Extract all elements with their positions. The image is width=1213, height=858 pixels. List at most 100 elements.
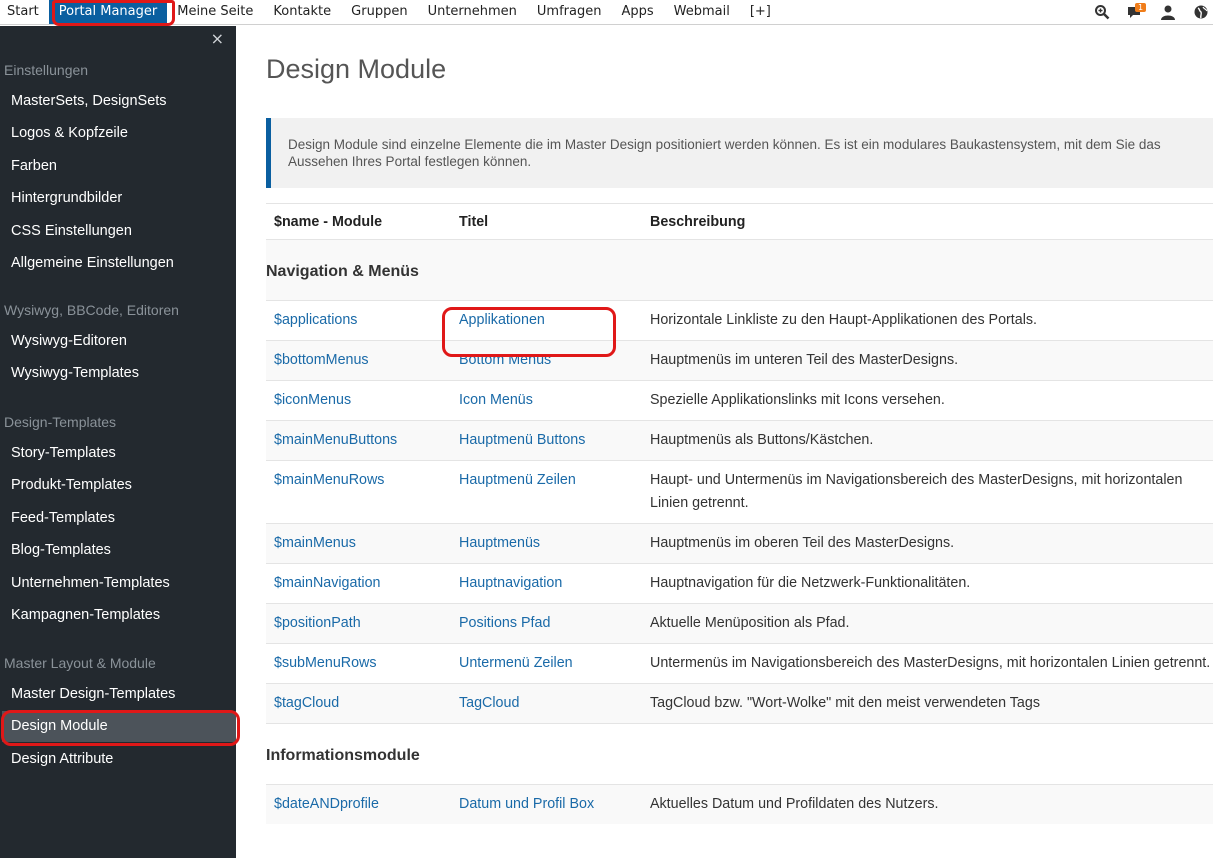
module-name-cell: $mainNavigation — [266, 563, 459, 604]
module-title-link[interactable]: Datum und Profil Box — [459, 796, 594, 812]
sidebar: × Einstellungen MasterSets, DesignSets Log… — [0, 26, 236, 858]
module-description: Hauptnavigation für die Netzwerk-Funktio… — [650, 563, 1213, 604]
search-icon[interactable] — [1092, 2, 1112, 22]
sidebar-item-unternehmen-templates[interactable]: Unternehmen-Templates — [2, 568, 236, 599]
module-name-link[interactable]: $mainNavigation — [274, 575, 381, 591]
table-row: $positionPath Positions Pfad Aktuelle Menü… — [266, 603, 1213, 644]
top-navigation-bar: Start Portal Manager Meine Seite Kontakte Gr… — [0, 0, 1213, 25]
table-row: $subMenuRows Untermenü Zeilen Untermenüs i… — [266, 643, 1213, 684]
sidebar-group-title: Master Layout & Module — [4, 655, 156, 671]
module-title-link[interactable]: Positions Pfad — [459, 615, 550, 631]
module-description: Spezielle Applikationslinks mit Icons ve… — [650, 380, 1213, 421]
table-section-row: Informationsmodule — [266, 723, 1213, 785]
sidebar-item-farben[interactable]: Farben — [2, 151, 236, 182]
notification-badge: 1 — [1135, 3, 1147, 12]
module-title-cell: Applikationen — [459, 300, 650, 341]
module-description: Hauptmenüs im unteren Teil des MasterDes… — [650, 340, 1213, 381]
module-description: Untermenüs im Navigationsbereich des Mas… — [650, 643, 1213, 684]
sidebar-item-kampagnen-templates[interactable]: Kampagnen-Templates — [2, 600, 236, 631]
module-title-link[interactable]: Hauptmenü Buttons — [459, 432, 585, 448]
info-note: Design Module sind einzelne Elemente die… — [266, 118, 1213, 188]
sidebar-item-design-module[interactable]: Design Module — [2, 711, 236, 743]
module-title-cell: Datum und Profil Box — [459, 784, 650, 824]
module-title-cell: Icon Menüs — [459, 380, 650, 421]
sidebar-group-title: Wysiwyg, BBCode, Editoren — [4, 302, 179, 318]
column-header-title: Titel — [459, 203, 650, 240]
chat-icon[interactable]: 1 — [1125, 2, 1147, 22]
module-name-cell: $mainMenuRows — [266, 460, 459, 524]
sidebar-item-css-einstellungen[interactable]: CSS Einstellungen — [2, 216, 236, 247]
module-title-link[interactable]: Applikationen — [459, 312, 545, 328]
section-title: Informationsmodule — [266, 723, 1213, 785]
table-row: $iconMenus Icon Menüs Spezielle Applikatio… — [266, 380, 1213, 421]
sidebar-item-hintergrundbilder[interactable]: Hintergrundbilder — [2, 183, 236, 214]
module-title-link[interactable]: TagCloud — [459, 695, 519, 711]
table-row: $mainMenuButtons Hauptmenü Buttons Hauptme… — [266, 420, 1213, 461]
nav-item-meine-seite[interactable]: Meine Seite — [167, 0, 263, 24]
module-name-link[interactable]: $positionPath — [274, 615, 361, 631]
module-name-link[interactable]: $applications — [274, 312, 357, 328]
sidebar-item-story-templates[interactable]: Story-Templates — [2, 438, 236, 469]
module-description: Haupt- und Untermenüs im Navigationsbere… — [650, 460, 1213, 524]
table-row: $mainNavigation Hauptnavigation Hauptnavig… — [266, 563, 1213, 604]
module-name-cell: $subMenuRows — [266, 643, 459, 684]
page-title: Design Module — [266, 54, 447, 84]
table-row: $dateANDprofile Datum und Profil Box Aktue… — [266, 784, 1213, 824]
module-name-link[interactable]: $tagCloud — [274, 695, 339, 711]
sidebar-item-design-attribute[interactable]: Design Attribute — [2, 744, 236, 775]
table-row: $bottomMenus Bottom Menüs Hauptmenüs im un… — [266, 340, 1213, 381]
module-title-link[interactable]: Bottom Menüs — [459, 352, 551, 368]
module-title-cell: Hauptnavigation — [459, 563, 650, 604]
module-description: Aktuelles Datum und Profildaten des Nutz… — [650, 784, 1213, 824]
column-header-name: $name - Module — [266, 203, 459, 240]
top-nav-menu: Start Portal Manager Meine Seite Kontakte Gr… — [0, 0, 781, 24]
nav-item-kontakte[interactable]: Kontakte — [263, 0, 341, 24]
module-description: Aktuelle Menüposition als Pfad. — [650, 603, 1213, 644]
module-title-cell: TagCloud — [459, 683, 650, 724]
globe-icon[interactable] — [1191, 2, 1211, 22]
module-name-link[interactable]: $subMenuRows — [274, 655, 377, 671]
close-icon[interactable]: × — [211, 29, 224, 48]
sidebar-item-master-design-templates[interactable]: Master Design-Templates — [2, 679, 236, 710]
module-title-cell: Untermenü Zeilen — [459, 643, 650, 684]
module-name-link[interactable]: $mainMenuButtons — [274, 432, 397, 448]
nav-item-start[interactable]: Start — [0, 0, 49, 24]
sidebar-item-mastersets-designsets[interactable]: MasterSets, DesignSets — [2, 86, 236, 117]
nav-item-portal-manager[interactable]: Portal Manager — [48, 0, 168, 24]
module-name-link[interactable]: $bottomMenus — [274, 352, 369, 368]
module-title-cell: Positions Pfad — [459, 603, 650, 644]
table-header-row: $name - Module Titel Beschreibung — [266, 203, 1213, 240]
sidebar-item-blog-templates[interactable]: Blog-Templates — [2, 535, 236, 566]
nav-item-plus[interactable]: [+] — [740, 0, 781, 24]
sidebar-item-produkt-templates[interactable]: Produkt-Templates — [2, 470, 236, 501]
module-name-link[interactable]: $mainMenuRows — [274, 472, 384, 488]
module-title-link[interactable]: Hauptmenüs — [459, 535, 540, 551]
nav-item-apps[interactable]: Apps — [611, 0, 663, 24]
module-name-cell: $bottomMenus — [266, 340, 459, 381]
nav-item-gruppen[interactable]: Gruppen — [341, 0, 417, 24]
sidebar-item-wysiwyg-templates[interactable]: Wysiwyg-Templates — [2, 358, 236, 389]
module-title-link[interactable]: Untermenü Zeilen — [459, 655, 573, 671]
module-name-link[interactable]: $mainMenus — [274, 535, 356, 551]
sidebar-item-wysiwyg-editoren[interactable]: Wysiwyg-Editoren — [2, 326, 236, 357]
module-name-cell: $tagCloud — [266, 683, 459, 724]
module-title-link[interactable]: Hauptmenü Zeilen — [459, 472, 576, 488]
sidebar-item-allgemeine-einstellungen[interactable]: Allgemeine Einstellungen — [2, 248, 236, 279]
module-name-cell: $positionPath — [266, 603, 459, 644]
module-title-cell: Hauptmenü Buttons — [459, 420, 650, 461]
table-section-row: Navigation & Menüs — [266, 239, 1213, 301]
module-name-link[interactable]: $dateANDprofile — [274, 796, 379, 812]
sidebar-item-feed-templates[interactable]: Feed-Templates — [2, 503, 236, 534]
sidebar-item-logos-kopfzeile[interactable]: Logos & Kopfzeile — [2, 118, 236, 149]
nav-item-unternehmen[interactable]: Unternehmen — [418, 0, 527, 24]
module-title-link[interactable]: Hauptnavigation — [459, 575, 562, 591]
module-description: TagCloud bzw. "Wort-Wolke" mit den meist… — [650, 683, 1213, 724]
user-icon[interactable] — [1158, 2, 1178, 22]
section-title: Navigation & Menüs — [266, 239, 1213, 301]
nav-item-umfragen[interactable]: Umfragen — [527, 0, 612, 24]
module-description: Hauptmenüs im oberen Teil des MasterDesi… — [650, 523, 1213, 564]
module-name-link[interactable]: $iconMenus — [274, 392, 351, 408]
main-content: Design Module Design Module sind einzeln… — [236, 26, 1213, 858]
module-title-link[interactable]: Icon Menüs — [459, 392, 533, 408]
nav-item-webmail[interactable]: Webmail — [664, 0, 740, 24]
